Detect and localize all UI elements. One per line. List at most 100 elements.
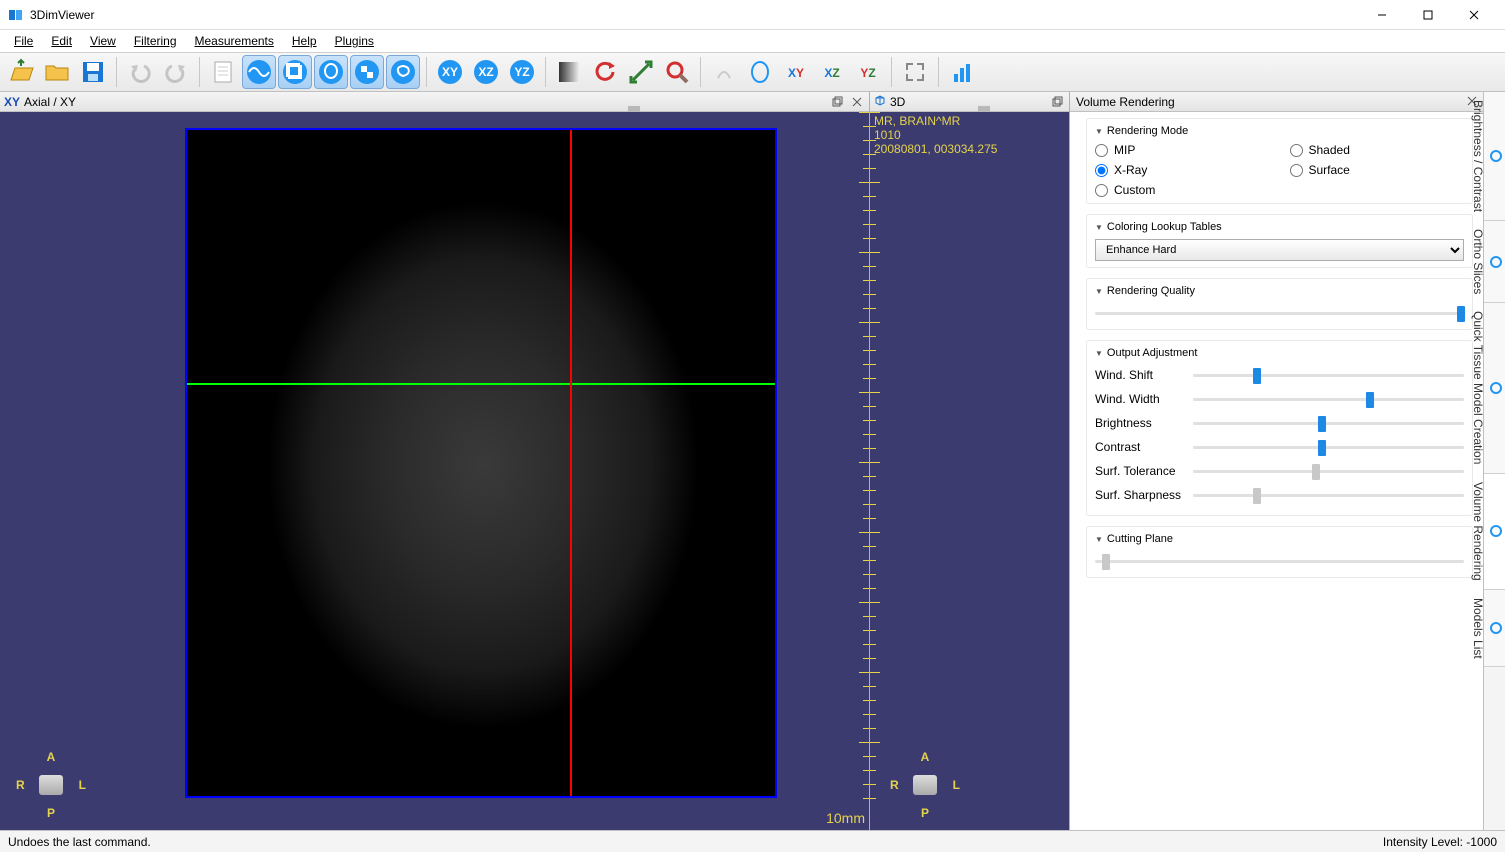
slider-wind-width[interactable]: [1193, 389, 1464, 409]
menu-bar: File Edit View Filtering Measurements He…: [0, 30, 1505, 52]
menu-measurements[interactable]: Measurements: [187, 32, 282, 50]
crosshair-vertical[interactable]: [570, 130, 572, 796]
slider-row-wind-shift: Wind. Shift: [1095, 365, 1464, 385]
3d-viewport[interactable]: MR, BRAIN^MR 1010 20080801, 003034.275 A…: [870, 112, 1069, 830]
status-right: Intensity Level: -1000: [1383, 835, 1497, 849]
crosshair-horizontal[interactable]: [187, 383, 775, 385]
side-tabs: Brightness / ContrastOrtho SlicesQuick T…: [1483, 92, 1505, 830]
zoom-button[interactable]: [660, 55, 694, 89]
output-title[interactable]: Output Adjustment: [1095, 347, 1464, 359]
radio-custom[interactable]: Custom: [1095, 183, 1270, 197]
sidetab-icon: [1489, 254, 1503, 270]
open-folder-button[interactable]: [40, 55, 74, 89]
svg-text:XY: XY: [788, 66, 804, 80]
cutting-slider[interactable]: [1095, 551, 1464, 571]
sidetab-icon: [1489, 148, 1503, 164]
radio-mip[interactable]: MIP: [1095, 143, 1270, 157]
status-left: Undoes the last command.: [8, 835, 151, 849]
ruler-3d: [870, 112, 884, 830]
scan-image: [185, 128, 777, 798]
window-title: 3DimViewer: [30, 8, 1359, 22]
radio-x-ray[interactable]: X-Ray: [1095, 163, 1270, 177]
status-bar: Undoes the last command. Intensity Level…: [0, 830, 1505, 852]
probe-button[interactable]: [707, 55, 741, 89]
axial-badge: XY: [4, 95, 20, 109]
close-button[interactable]: [1451, 0, 1497, 30]
slider-contrast[interactable]: [1193, 437, 1464, 457]
arrows-button[interactable]: [624, 55, 658, 89]
gradient-button[interactable]: [552, 55, 586, 89]
volume-panel-header[interactable]: Volume Rendering: [1070, 92, 1483, 112]
axial-restore-icon[interactable]: [829, 94, 845, 110]
minimize-button[interactable]: [1359, 0, 1405, 30]
quality-slider[interactable]: [1095, 303, 1464, 323]
radio-surface[interactable]: Surface: [1290, 163, 1465, 177]
new-doc-button[interactable]: [206, 55, 240, 89]
options-button[interactable]: [945, 55, 979, 89]
orientation-widget-3d[interactable]: A P R L: [890, 750, 960, 820]
cutting-section: Cutting Plane: [1086, 526, 1473, 578]
sidetab-ortho-slices[interactable]: Ortho Slices: [1484, 221, 1505, 303]
text-yz-button[interactable]: YZ: [851, 55, 885, 89]
menu-help[interactable]: Help: [284, 32, 325, 50]
sidetab-models-list[interactable]: Models List: [1484, 590, 1505, 668]
menu-view[interactable]: View: [82, 32, 124, 50]
svg-text:YZ: YZ: [860, 66, 875, 80]
expand-button[interactable]: [898, 55, 932, 89]
plane-xz-button[interactable]: XZ: [469, 55, 503, 89]
output-section: Output Adjustment Wind. ShiftWind. Width…: [1086, 340, 1473, 516]
cube-3d-icon: [874, 94, 886, 109]
tool-layers-button[interactable]: [278, 55, 312, 89]
plane-yz-button[interactable]: YZ: [505, 55, 539, 89]
slider-surf-sharpness[interactable]: [1193, 485, 1464, 505]
tool-lasso-button[interactable]: [386, 55, 420, 89]
axial-close-icon[interactable]: [849, 94, 865, 110]
lut-combo[interactable]: Enhance Hard: [1095, 239, 1464, 261]
slider-wind-shift[interactable]: [1193, 365, 1464, 385]
plane-xy-button[interactable]: XY: [433, 55, 467, 89]
quality-title[interactable]: Rendering Quality: [1095, 285, 1464, 297]
tool-head-button[interactable]: [314, 55, 348, 89]
head-outline-button[interactable]: [743, 55, 777, 89]
rendering-mode-title[interactable]: Rendering Mode: [1095, 125, 1464, 137]
refresh-button[interactable]: [588, 55, 622, 89]
title-bar: 3DimViewer: [0, 0, 1505, 30]
sidetab-volume-rendering[interactable]: Volume Rendering: [1484, 474, 1505, 590]
text-xy-button[interactable]: XY: [779, 55, 813, 89]
save-button[interactable]: [76, 55, 110, 89]
sidetab-icon: [1489, 380, 1503, 396]
axial-pane-header[interactable]: XY Axial / XY: [0, 92, 869, 112]
lut-title[interactable]: Coloring Lookup Tables: [1095, 221, 1464, 233]
sidetab-brightness-contrast[interactable]: Brightness / Contrast: [1484, 92, 1505, 221]
redo-button[interactable]: [159, 55, 193, 89]
maximize-button[interactable]: [1405, 0, 1451, 30]
undo-button[interactable]: [123, 55, 157, 89]
cutting-title[interactable]: Cutting Plane: [1095, 533, 1464, 545]
quality-section: Rendering Quality: [1086, 278, 1473, 330]
sidetab-quick-tissue-model-creation[interactable]: Quick Tissue Model Creation: [1484, 303, 1505, 473]
axial-viewport[interactable]: 10mm A P R L: [0, 112, 869, 830]
3d-pane-header[interactable]: 3D: [870, 92, 1069, 112]
tool-density-button[interactable]: [242, 55, 276, 89]
scale-label: 10mm: [826, 810, 865, 826]
ruler: [855, 112, 869, 830]
right-panel: Volume Rendering Rendering Mode MIP Shade…: [1070, 92, 1505, 830]
volume-rendering-panel: Volume Rendering Rendering Mode MIP Shade…: [1070, 92, 1483, 830]
menu-plugins[interactable]: Plugins: [327, 32, 382, 50]
app-icon: [8, 7, 24, 23]
slider-surf-tolerance[interactable]: [1193, 461, 1464, 481]
menu-filtering[interactable]: Filtering: [126, 32, 185, 50]
menu-file[interactable]: File: [6, 32, 41, 50]
radio-shaded[interactable]: Shaded: [1290, 143, 1465, 157]
slider-row-contrast: Contrast: [1095, 437, 1464, 457]
orientation-widget[interactable]: A P R L: [16, 750, 86, 820]
tool-checker-button[interactable]: [350, 55, 384, 89]
3d-pane: 3D MR, BRAIN^MR 1010 20080801, 003034.27…: [870, 92, 1070, 830]
menu-edit[interactable]: Edit: [43, 32, 80, 50]
open-button[interactable]: [4, 55, 38, 89]
slider-brightness[interactable]: [1193, 413, 1464, 433]
text-xz-button[interactable]: XZ: [815, 55, 849, 89]
sidetab-icon: [1489, 523, 1503, 539]
svg-text:XZ: XZ: [478, 65, 493, 79]
3d-restore-icon[interactable]: [1049, 94, 1065, 110]
